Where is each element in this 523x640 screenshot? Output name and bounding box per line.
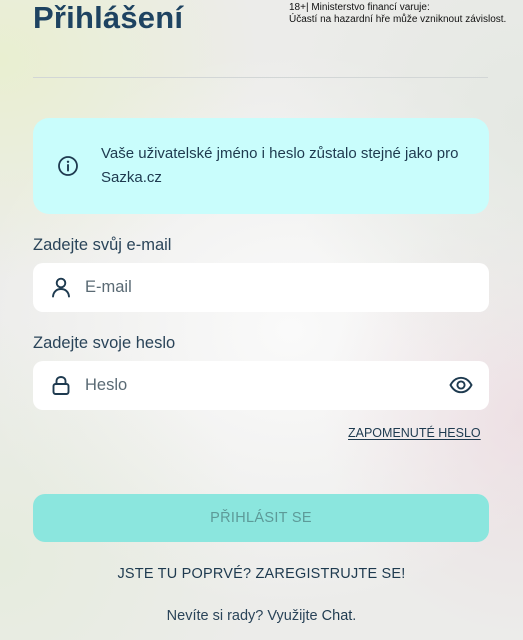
header-divider [33, 77, 488, 78]
info-text: Vaše uživatelské jméno i heslo zůstalo s… [101, 145, 459, 186]
forgot-password-link[interactable]: ZAPOMENUTÉ HESLO [348, 426, 481, 440]
gambling-warning-line-1: 18+| Ministerstvo financí varuje: [289, 2, 430, 13]
register-line: JSTE TU POPRVÉ? ZAREGISTRUJTE SE! [0, 566, 523, 582]
email-field-container [33, 263, 489, 312]
password-field[interactable] [85, 361, 425, 410]
password-label: Zadejte svoje heslo [33, 334, 176, 352]
email-label: Zadejte svůj e-mail [33, 236, 172, 254]
email-field[interactable] [85, 263, 425, 312]
user-icon [52, 277, 70, 298]
chat-link[interactable]: Chat [322, 608, 353, 624]
page-title: Přihlášení [33, 0, 184, 35]
register-link[interactable]: ZAREGISTRUJTE SE! [256, 566, 406, 582]
help-suffix: . [352, 608, 357, 624]
lock-icon [52, 376, 70, 395]
info-circle-icon [58, 156, 78, 176]
gambling-warning: 18+| Ministerstvo financí varuje: Účastí… [289, 2, 506, 26]
help-line: Nevíte si rady? Využijte Chat. [0, 608, 523, 624]
info-box: Vaše uživatelské jméno i heslo zůstalo s… [33, 118, 489, 214]
password-field-container [33, 361, 489, 410]
login-button[interactable]: PŘIHLÁSIT SE [33, 494, 489, 542]
help-prefix: Nevíte si rady? Využijte [166, 608, 322, 624]
register-prompt: JSTE TU POPRVÉ? [117, 566, 256, 582]
show-password-eye-icon[interactable] [449, 375, 473, 395]
gambling-warning-line-2: Účastí na hazardní hře může vzniknout zá… [289, 14, 507, 25]
